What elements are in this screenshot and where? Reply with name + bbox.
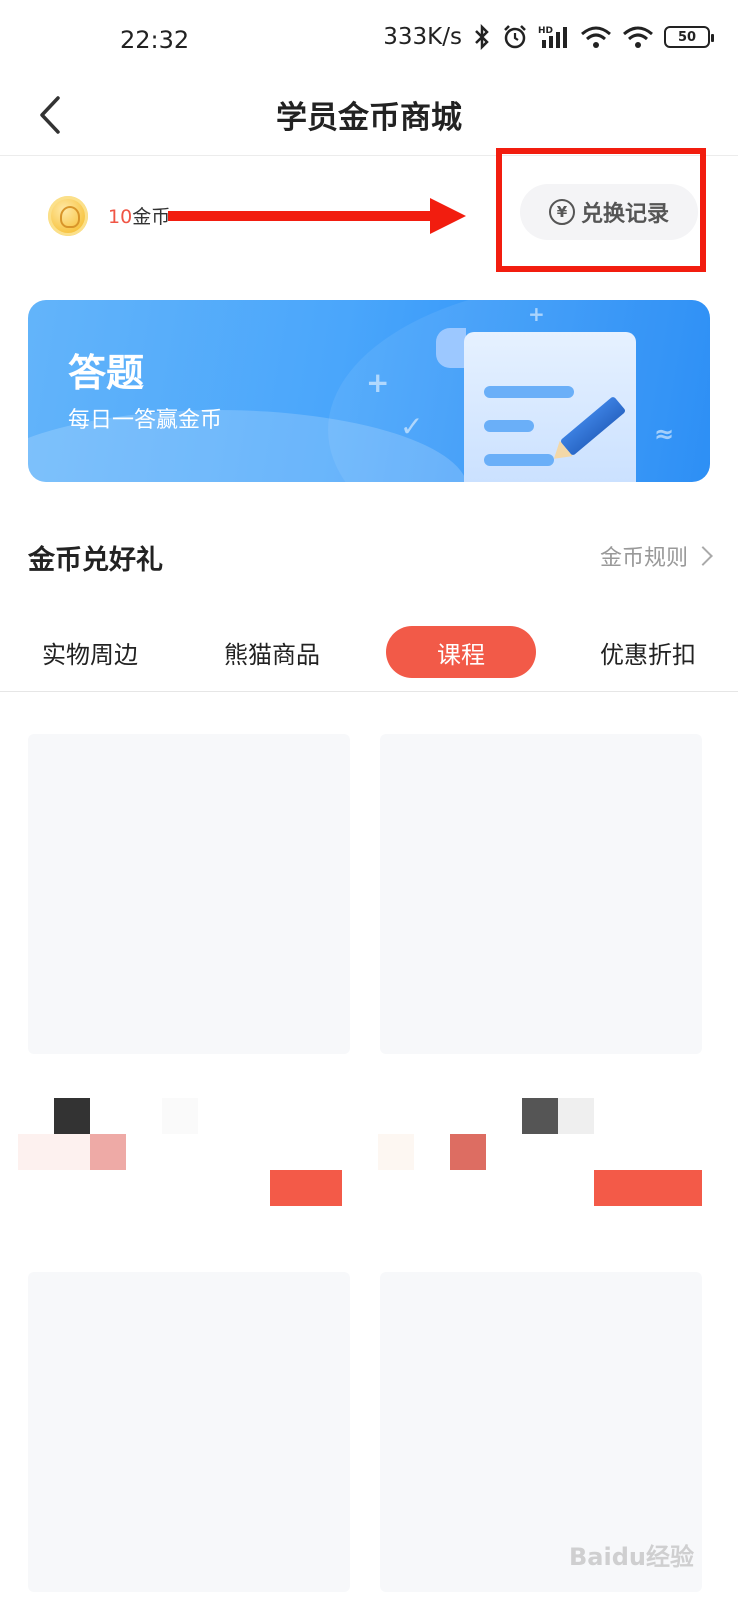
coin-rules-link[interactable]: 金币规则 bbox=[599, 540, 713, 572]
document-line bbox=[484, 454, 554, 466]
coin-balance-row: 10金币 ¥ 兑换记录 bbox=[0, 148, 738, 276]
tab-courses[interactable]: 课程 bbox=[386, 626, 536, 678]
quiz-banner[interactable]: 答题 每日一答赢金币 + ✓ + ≈ bbox=[28, 300, 710, 482]
product-image[interactable] bbox=[28, 734, 350, 1054]
paper-roll-icon bbox=[436, 328, 466, 368]
exchange-button-mosaic[interactable] bbox=[270, 1170, 342, 1206]
watermark: Baidu经验 bbox=[569, 1543, 694, 1571]
nav-bar: 学员金币商城 bbox=[0, 80, 738, 156]
chevron-right-icon bbox=[693, 546, 713, 566]
status-time: 22:32 bbox=[120, 26, 190, 54]
mosaic-block bbox=[558, 1098, 594, 1134]
wifi-icon bbox=[581, 26, 611, 48]
mosaic-block bbox=[90, 1134, 126, 1170]
page-title: 学员金币商城 bbox=[276, 100, 462, 136]
wave-icon: ≈ bbox=[654, 420, 675, 448]
status-bar: 22:32 333K/s HD 50 bbox=[0, 0, 738, 80]
wifi-icon-2 bbox=[623, 26, 653, 48]
coin-rules-label: 金币规则 bbox=[599, 546, 688, 571]
document-line bbox=[484, 386, 574, 398]
status-icons: 333K/s HD 50 bbox=[383, 24, 714, 50]
tab-physical-merch[interactable]: 实物周边 bbox=[30, 626, 150, 678]
battery-icon: 50 bbox=[664, 26, 714, 48]
mosaic-block bbox=[450, 1134, 486, 1170]
signal-icon: HD bbox=[538, 26, 567, 48]
plus-icon-small: + bbox=[528, 302, 545, 326]
net-speed: 333K/s bbox=[383, 24, 462, 50]
yen-icon: ¥ bbox=[548, 199, 575, 225]
tab-panda-goods[interactable]: 熊猫商品 bbox=[210, 626, 334, 678]
tab-discounts[interactable]: 优惠折扣 bbox=[586, 626, 710, 678]
mosaic-block bbox=[378, 1134, 414, 1170]
product-image[interactable] bbox=[380, 734, 702, 1054]
exchange-record-button[interactable]: ¥ 兑换记录 bbox=[520, 184, 698, 240]
annotation-arrow bbox=[168, 198, 466, 234]
svg-text:HD: HD bbox=[538, 26, 553, 36]
coin-icon bbox=[48, 196, 88, 236]
document-line bbox=[484, 420, 534, 432]
check-icon: ✓ bbox=[400, 410, 424, 443]
banner-subtitle: 每日一答赢金币 bbox=[68, 408, 223, 433]
section-title: 金币兑好礼 bbox=[28, 545, 163, 576]
mosaic-block bbox=[522, 1098, 558, 1134]
coin-balance: 10金币 bbox=[108, 202, 170, 229]
mosaic-block bbox=[18, 1134, 90, 1170]
exchange-button-mosaic[interactable] bbox=[594, 1170, 702, 1206]
category-tabs: 实物周边 熊猫商品 课程 优惠折扣 bbox=[0, 618, 738, 692]
plus-icon: + bbox=[366, 366, 390, 399]
coin-unit: 金币 bbox=[132, 206, 171, 228]
bluetooth-icon bbox=[475, 24, 489, 50]
exchange-record-label: 兑换记录 bbox=[580, 202, 669, 227]
alarm-icon bbox=[504, 25, 526, 49]
mosaic-block bbox=[54, 1098, 90, 1134]
mosaic-block bbox=[162, 1098, 198, 1134]
product-image[interactable] bbox=[28, 1272, 350, 1592]
coin-count: 10 bbox=[108, 206, 133, 228]
banner-title: 答题 bbox=[68, 351, 145, 395]
